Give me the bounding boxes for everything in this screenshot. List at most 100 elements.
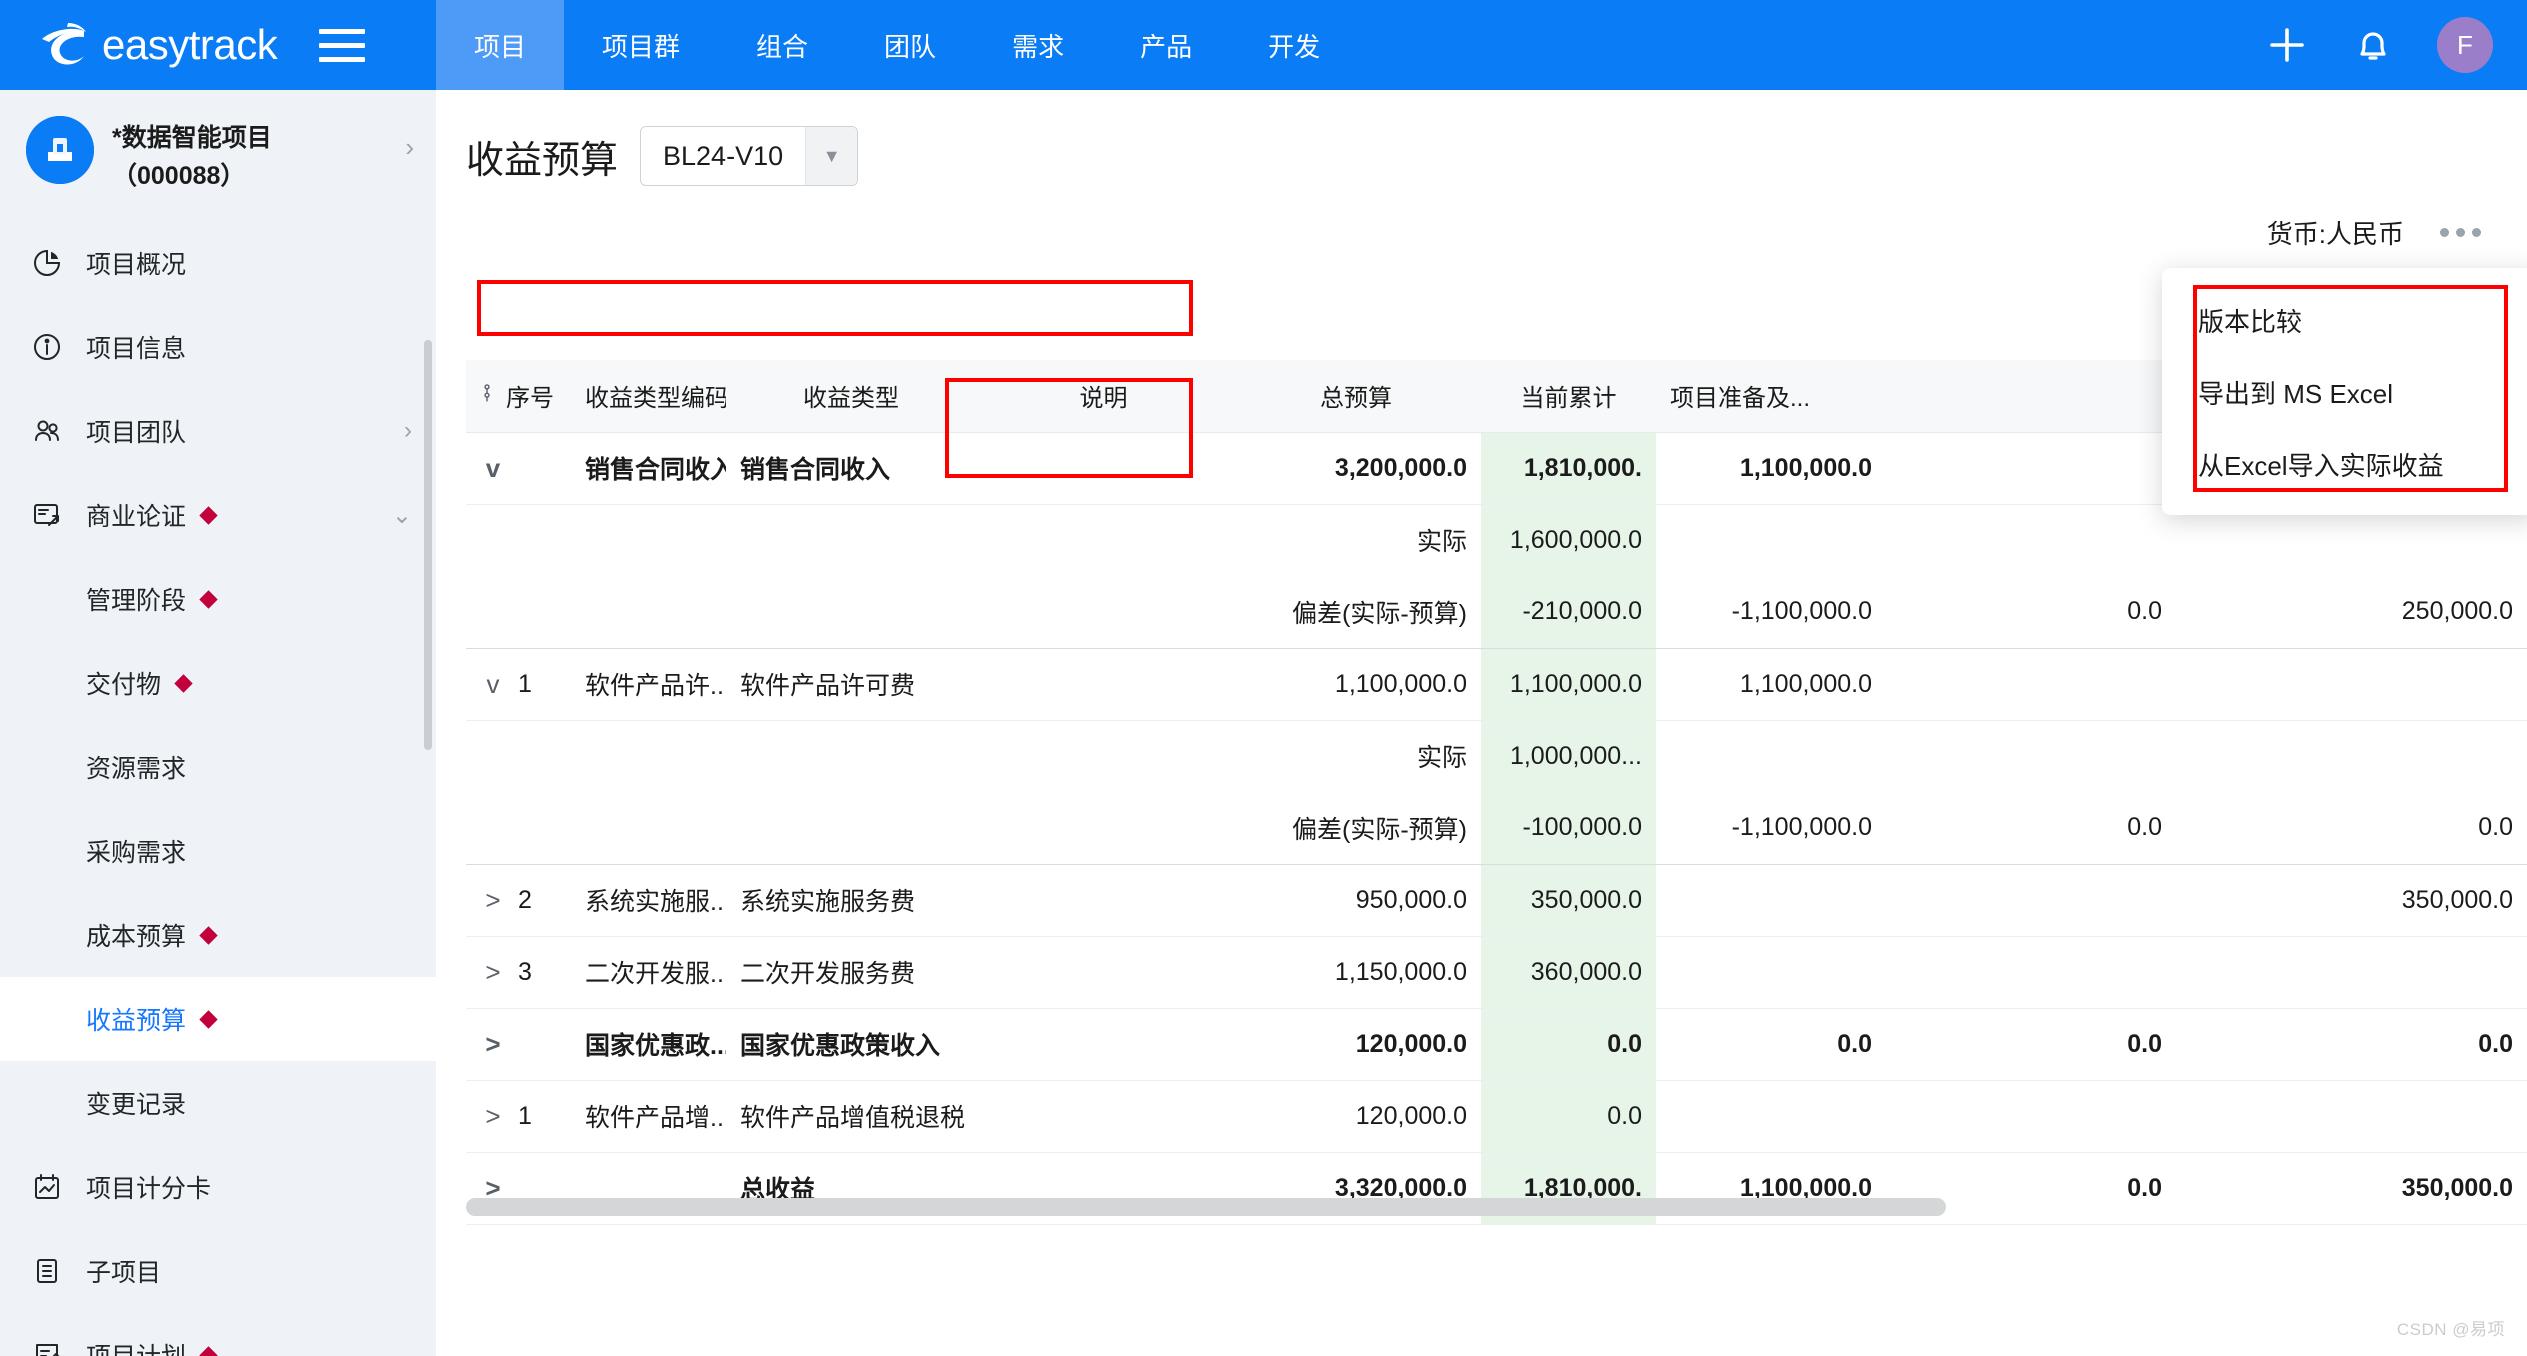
plus-icon[interactable]: [2265, 23, 2309, 67]
row-prep: [1656, 936, 1886, 1009]
col-header-description[interactable]: 说明: [976, 360, 1231, 433]
row-code: 软件产品增...: [571, 1080, 726, 1153]
project-switcher[interactable]: *数据智能项目（000088） ›: [0, 90, 436, 217]
sidebar-item-management-stage[interactable]: 管理阶段: [0, 557, 436, 641]
bell-icon[interactable]: [2351, 23, 2395, 67]
sidebar-item-cost-budget[interactable]: 成本预算: [0, 893, 436, 977]
col-header-total-budget[interactable]: 总预算: [1231, 360, 1481, 433]
sidebar-item-label: 资源需求: [86, 755, 187, 783]
sidebar-item-purchase-demand[interactable]: 采购需求: [0, 809, 436, 893]
row-extra-1: [1886, 936, 2176, 1009]
row-spacer: [571, 720, 726, 792]
table-row[interactable]: >3 二次开发服... 二次开发服务费 1,150,000.0 360,000.…: [466, 936, 2527, 1009]
subrow-extra-2: 0.0: [2176, 792, 2527, 865]
subrow-extra-2: [2176, 720, 2527, 792]
nav-item-team[interactable]: 团队: [846, 0, 974, 90]
expand-toggle-icon[interactable]: >: [480, 1101, 506, 1132]
currency-label: 货币:人民币: [2266, 219, 2404, 249]
row-seq: >1: [466, 1080, 571, 1153]
table-row[interactable]: >1 软件产品增... 软件产品增值税退税 120,000.0 0.0: [466, 1080, 2527, 1153]
expand-toggle-icon[interactable]: >: [480, 1029, 506, 1060]
nav-item-portfolio[interactable]: 组合: [718, 0, 846, 90]
menu-item-export-excel[interactable]: 导出到 MS Excel: [2162, 356, 2527, 428]
menu-item-version-compare[interactable]: 版本比较: [2162, 284, 2527, 356]
expand-toggle-icon[interactable]: >: [480, 885, 506, 916]
nav-item-development[interactable]: 开发: [1230, 0, 1358, 90]
sidebar-item-resource-demand[interactable]: 资源需求: [0, 725, 436, 809]
row-prep: 1,100,000.0: [1656, 432, 1886, 505]
row-total-budget: 3,200,000.0: [1231, 432, 1481, 505]
nav-item-requirement[interactable]: 需求: [974, 0, 1102, 90]
col-header-seq[interactable]: 序号: [466, 360, 571, 433]
sort-icon[interactable]: [480, 382, 494, 410]
sidebar-item-scorecard[interactable]: 项目计分卡: [0, 1145, 436, 1229]
col-header-project-prep[interactable]: 项目准备及...: [1656, 360, 1886, 433]
row-seq: v1: [466, 648, 571, 721]
plan-edit-icon: [26, 1340, 68, 1356]
sidebar-scrollbar[interactable]: [424, 340, 432, 750]
watermark: CSDN @易项: [2396, 1320, 2505, 1339]
collapse-toggle-icon[interactable]: v: [480, 669, 506, 700]
sidebar-nav: 项目概况 项目信息 项目团队 › 商业论证 ⌄ 管理阶段 交付物 资源需求 采购…: [0, 217, 436, 1356]
subrow-label: 偏差(实际-预算): [1231, 576, 1481, 649]
pie-chart-icon: [26, 248, 68, 278]
col-header-extra-1[interactable]: [1886, 360, 2176, 433]
chevron-right-icon: ›: [404, 417, 412, 444]
row-extra-2: [2176, 936, 2527, 1009]
row-desc: [976, 936, 1231, 1009]
brand-area[interactable]: easytrack: [0, 0, 436, 90]
required-dot-icon: [199, 1345, 218, 1356]
sidebar-item-subproject[interactable]: 子项目: [0, 1229, 436, 1313]
sidebar-item-change-log[interactable]: 变更记录: [0, 1061, 436, 1145]
row-spacer: [726, 720, 976, 792]
table-horizontal-scrollbar[interactable]: [466, 1198, 1946, 1216]
row-extra-2: 350,000.0: [2176, 864, 2527, 937]
menu-item-import-excel[interactable]: 从Excel导入实际收益: [2162, 428, 2527, 500]
row-extra-2: 350,000.0: [2176, 1152, 2527, 1225]
row-total-budget: 120,000.0: [1231, 1008, 1481, 1081]
col-header-revenue-code[interactable]: 收益类型编码: [571, 360, 726, 433]
row-extra-2: [2176, 1080, 2527, 1153]
sidebar-item-label: 项目团队: [86, 419, 187, 447]
expand-toggle-icon[interactable]: >: [480, 957, 506, 988]
row-spacer: [466, 576, 571, 649]
sidebar-item-team[interactable]: 项目团队 ›: [0, 389, 436, 473]
sidebar: *数据智能项目（000088） › 项目概况 项目信息 项目团队 › 商业论证 …: [0, 90, 436, 1356]
avatar[interactable]: F: [2437, 17, 2493, 73]
row-seq: >3: [466, 936, 571, 1009]
row-cumulative: 0.0: [1481, 1008, 1656, 1081]
nav-item-product[interactable]: 产品: [1102, 0, 1230, 90]
table-subrow-actual: 实际 1,000,000...: [466, 720, 2527, 792]
nav-item-program[interactable]: 项目群: [564, 0, 718, 90]
col-header-current-cumulative[interactable]: 当前累计: [1481, 360, 1656, 433]
subrow-extra-1: [1886, 720, 2176, 792]
brand-name: easytrack: [102, 21, 278, 68]
hamburger-icon[interactable]: [319, 22, 366, 68]
version-select[interactable]: BL24-V10 ▼: [640, 126, 859, 186]
sidebar-item-business-case[interactable]: 商业论证 ⌄: [0, 473, 436, 557]
row-spacer: [976, 504, 1231, 576]
col-header-revenue-type[interactable]: 收益类型: [726, 360, 976, 433]
sidebar-item-revenue-budget[interactable]: 收益预算: [0, 977, 436, 1061]
version-select-value: BL24-V10: [663, 140, 784, 171]
row-extra-2: 0.0: [2176, 1008, 2527, 1081]
sidebar-item-overview[interactable]: 项目概况: [0, 221, 436, 305]
sidebar-item-project-plan[interactable]: 项目计划: [0, 1313, 436, 1356]
table-row[interactable]: > 国家优惠政... 国家优惠政策收入 120,000.0 0.0 0.0 0.…: [466, 1008, 2527, 1081]
table-row[interactable]: >2 系统实施服... 系统实施服务费 950,000.0 350,000.0 …: [466, 864, 2527, 937]
nav-item-project[interactable]: 项目: [436, 0, 565, 90]
row-code: 系统实施服...: [571, 864, 726, 937]
subrow-label: 实际: [1416, 744, 1467, 773]
sidebar-item-project-info[interactable]: 项目信息: [0, 305, 436, 389]
row-extra-2: [2176, 648, 2527, 721]
toolbar-row: 货币:人民币: [436, 214, 2527, 251]
row-spacer: [466, 792, 571, 865]
sidebar-item-deliverables[interactable]: 交付物: [0, 641, 436, 725]
row-name: 软件产品增值税退税: [726, 1080, 976, 1153]
table-row[interactable]: v1 软件产品许... 软件产品许可费 1,100,000.0 1,100,00…: [466, 648, 2527, 721]
more-dots-icon[interactable]: [2436, 218, 2485, 247]
subrow-extra-2: 250,000.0: [2176, 576, 2527, 649]
list-doc-icon: [26, 1256, 68, 1286]
row-spacer: [466, 720, 571, 792]
collapse-toggle-icon[interactable]: v: [480, 453, 506, 484]
